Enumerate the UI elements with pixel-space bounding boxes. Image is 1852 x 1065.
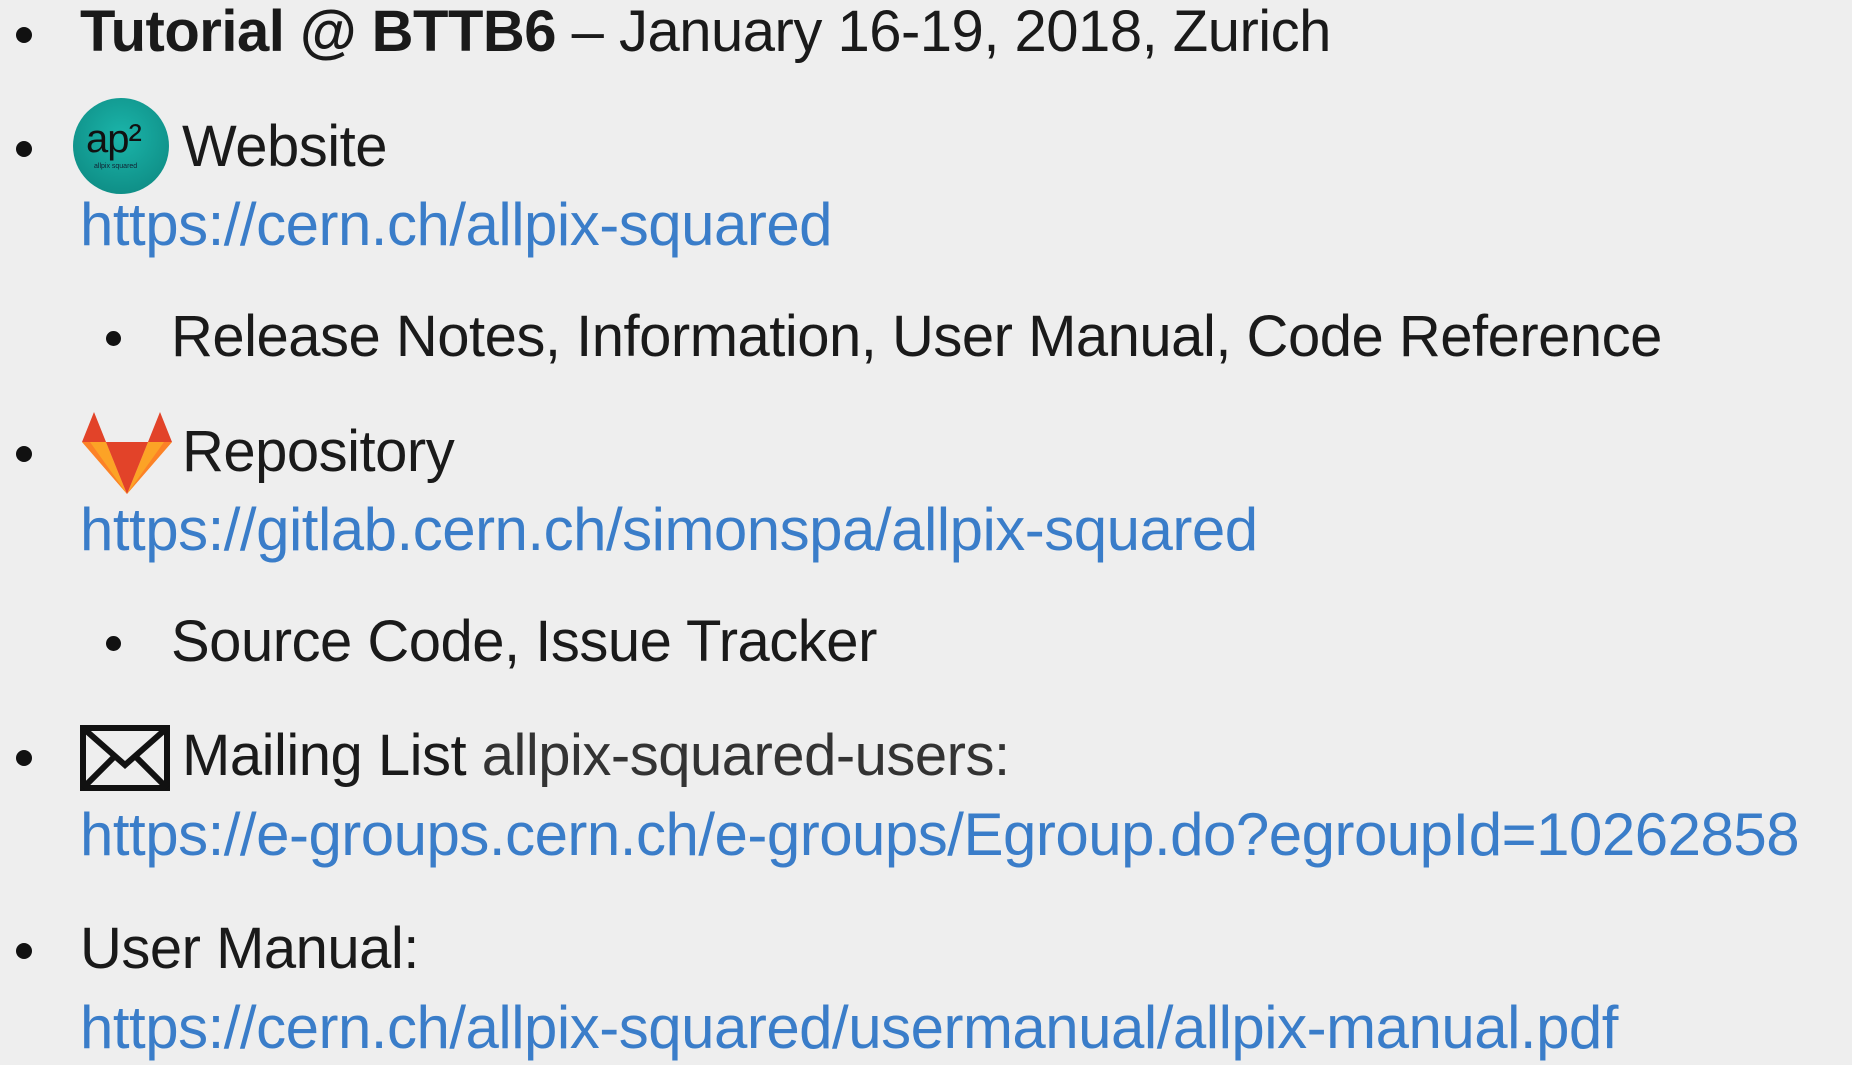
user-manual-link[interactable]: https://cern.ch/allpix-squared/usermanua… [80, 998, 1618, 1058]
allpix-squared-logo-icon: ap² allpix squared [72, 97, 170, 195]
gitlab-icon [82, 412, 172, 494]
logo-subtext: allpix squared [94, 163, 138, 170]
mailing-list-line: Mailing List allpix-squared-users: [182, 727, 1010, 785]
sub-bullet [106, 331, 121, 346]
slide: Tutorial @ BTTB6 – January 16-19, 2018, … [0, 0, 1852, 1065]
logo-text: ap² [86, 117, 142, 161]
tutorial-dates: – January 16-19, 2018, Zurich [556, 0, 1332, 64]
bullet [16, 27, 32, 43]
tutorial-line: Tutorial @ BTTB6 – January 16-19, 2018, … [80, 3, 1331, 61]
user-manual-label: User Manual: [80, 916, 419, 981]
tutorial-title: Tutorial @ BTTB6 [80, 0, 557, 64]
repository-label: Repository [182, 419, 455, 484]
bullet [16, 943, 32, 959]
mailing-list-link[interactable]: https://e-groups.cern.ch/e-groups/Egroup… [80, 805, 1800, 865]
bullet [16, 446, 32, 462]
repository-link[interactable]: https://gitlab.cern.ch/simonspa/allpix-s… [80, 500, 1258, 560]
website-label: Website [182, 114, 387, 179]
mailing-list-label: Mailing List [182, 723, 467, 788]
mailing-list-name: allpix-squared-users: [466, 723, 1010, 788]
repository-sub-item: Source Code, Issue Tracker [171, 609, 877, 674]
bullet [16, 750, 32, 766]
envelope-icon [80, 725, 170, 791]
website-sub-item: Release Notes, Information, User Manual,… [171, 304, 1662, 369]
website-link[interactable]: https://cern.ch/allpix-squared [80, 195, 833, 255]
bullet [16, 141, 32, 157]
sub-bullet [106, 636, 121, 651]
